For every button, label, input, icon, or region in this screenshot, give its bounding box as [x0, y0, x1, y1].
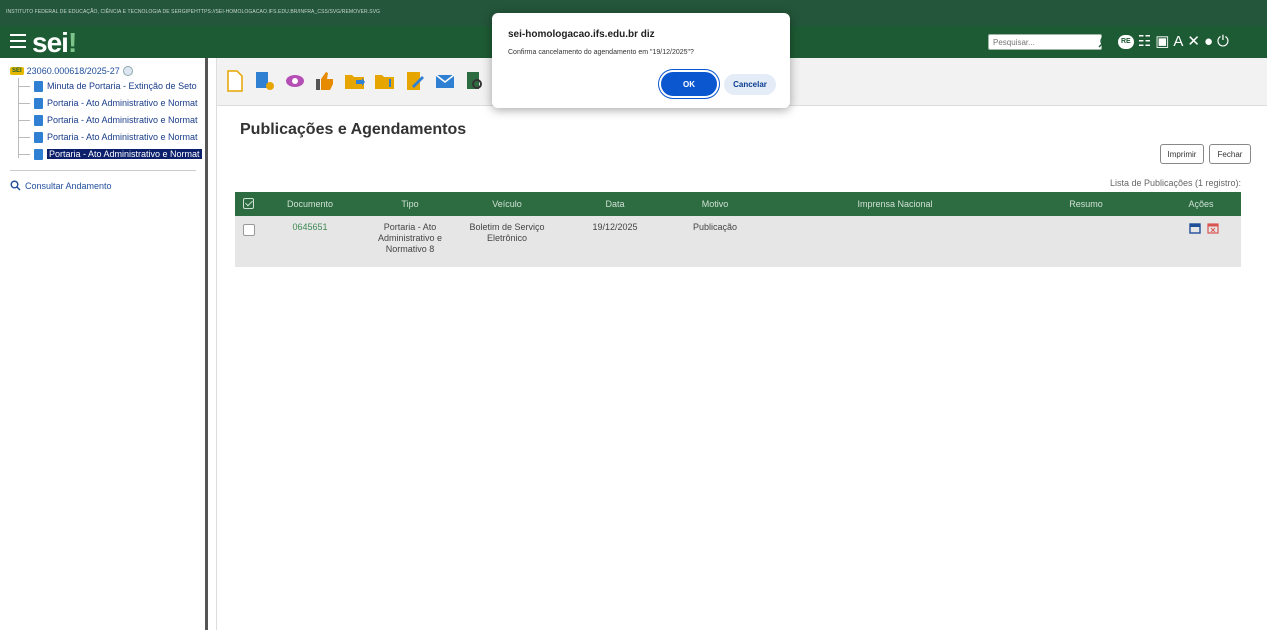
- tree-separator: [10, 170, 196, 171]
- document-icon: [34, 148, 43, 160]
- process-tree-panel: SEI 23060.000618/2025-27 Minuta de Porta…: [0, 58, 205, 630]
- document-icon: [34, 114, 43, 126]
- institution-name: INSTITUTO FEDERAL DE EDUCAÇÃO, CIÊNCIA E…: [6, 9, 381, 15]
- font-size-icon[interactable]: A: [1173, 32, 1183, 52]
- edit-document-icon[interactable]: [253, 68, 277, 94]
- sei-badge-icon: SEI: [10, 67, 24, 75]
- col-veiculo[interactable]: Veículo: [457, 192, 557, 216]
- search-input[interactable]: [988, 34, 1102, 50]
- document-link[interactable]: 0645651: [292, 222, 327, 232]
- cell-tipo: Portaria - Ato Administrativo e Normativ…: [377, 222, 443, 254]
- col-tipo[interactable]: Tipo: [375, 192, 445, 216]
- process-number-label: 23060.000618/2025-27: [26, 66, 120, 76]
- ok-button[interactable]: OK: [661, 72, 717, 96]
- tree-item[interactable]: Portaria - Ato Administrativo e Normat: [18, 97, 204, 109]
- col-resumo[interactable]: Resumo: [1051, 192, 1121, 216]
- power-icon[interactable]: ⏻: [1217, 32, 1229, 52]
- col-acoes: Ações: [1188, 199, 1214, 209]
- print-button[interactable]: Imprimir: [1160, 144, 1204, 164]
- col-data[interactable]: Data: [580, 192, 650, 216]
- document-icon: [34, 131, 43, 143]
- send-folder-icon[interactable]: [343, 68, 367, 94]
- table-header: Documento Tipo Veículo Data Motivo Impre…: [235, 192, 1241, 216]
- tree-item[interactable]: Portaria - Ato Administrativo e Normat: [18, 114, 204, 126]
- dialog-title: sei-homologacao.ifs.edu.br diz: [508, 29, 655, 40]
- search-icon: [10, 180, 21, 191]
- tree-item[interactable]: Portaria - Ato Administrativo e Normat: [18, 131, 204, 143]
- new-document-icon[interactable]: [223, 68, 247, 94]
- email-icon[interactable]: [433, 68, 457, 94]
- re-badge[interactable]: RE: [1118, 35, 1134, 49]
- cell-motivo: Publicação: [692, 222, 738, 232]
- tree-item-selected[interactable]: Portaria - Ato Administrativo e Normat: [18, 148, 204, 160]
- select-all-checkbox[interactable]: [243, 198, 254, 209]
- search-icon[interactable]: [1094, 34, 1114, 50]
- folder-info-icon[interactable]: [373, 68, 397, 94]
- process-number[interactable]: SEI 23060.000618/2025-27: [10, 66, 133, 76]
- col-motivo[interactable]: Motivo: [680, 192, 750, 216]
- header-icons: RE ☷ ▣ A ✕ ● ⏻: [1118, 32, 1229, 52]
- consultar-andamento-link[interactable]: Consultar Andamento: [10, 180, 112, 191]
- cancel-schedule-icon[interactable]: [1207, 222, 1219, 234]
- id-card-icon[interactable]: ▣: [1155, 32, 1169, 52]
- col-documento[interactable]: Documento: [275, 192, 345, 216]
- table-row: 0645651 Portaria - Ato Administrativo e …: [235, 216, 1241, 267]
- search-document-icon[interactable]: [463, 68, 487, 94]
- col-imprensa-nacional[interactable]: Imprensa Nacional: [835, 192, 955, 216]
- page-title: Publicações e Agendamentos: [240, 121, 467, 138]
- sei-logo[interactable]: sei!: [32, 27, 77, 59]
- dialog-message: Confirma cancelamento do agendamento em …: [508, 49, 694, 56]
- document-icon: [34, 97, 43, 109]
- grid-icon[interactable]: ☷: [1138, 32, 1151, 52]
- edit-schedule-icon[interactable]: [1189, 222, 1201, 234]
- publications-table: Documento Tipo Veículo Data Motivo Impre…: [235, 192, 1241, 267]
- row-checkbox[interactable]: [243, 224, 255, 236]
- view-eye-icon[interactable]: [283, 68, 307, 94]
- sign-document-icon[interactable]: [403, 68, 427, 94]
- panel-splitter[interactable]: [205, 58, 208, 630]
- main-content: Publicações e Agendamentos Imprimir Fech…: [217, 58, 1267, 630]
- document-icon: [34, 80, 43, 92]
- list-caption: Lista de Publicações (1 registro):: [1109, 178, 1241, 188]
- menu-icon[interactable]: [10, 34, 26, 48]
- close-button[interactable]: Fechar: [1209, 144, 1251, 164]
- tree-item[interactable]: Minuta de Portaria - Extinção de Seto: [18, 80, 204, 92]
- thumbs-up-icon[interactable]: [313, 68, 337, 94]
- tools-icon[interactable]: ✕: [1187, 32, 1200, 52]
- confirm-dialog: sei-homologacao.ifs.edu.br diz Confirma …: [492, 13, 790, 108]
- cell-data: 19/12/2025: [592, 222, 638, 232]
- user-icon[interactable]: ●: [1204, 32, 1213, 52]
- cell-veiculo: Boletim de Serviço Eletrônico: [469, 222, 545, 243]
- info-circle-icon[interactable]: [122, 66, 133, 76]
- cancel-button[interactable]: Cancelar: [724, 74, 776, 95]
- cell-documento: 0645651: [275, 222, 345, 233]
